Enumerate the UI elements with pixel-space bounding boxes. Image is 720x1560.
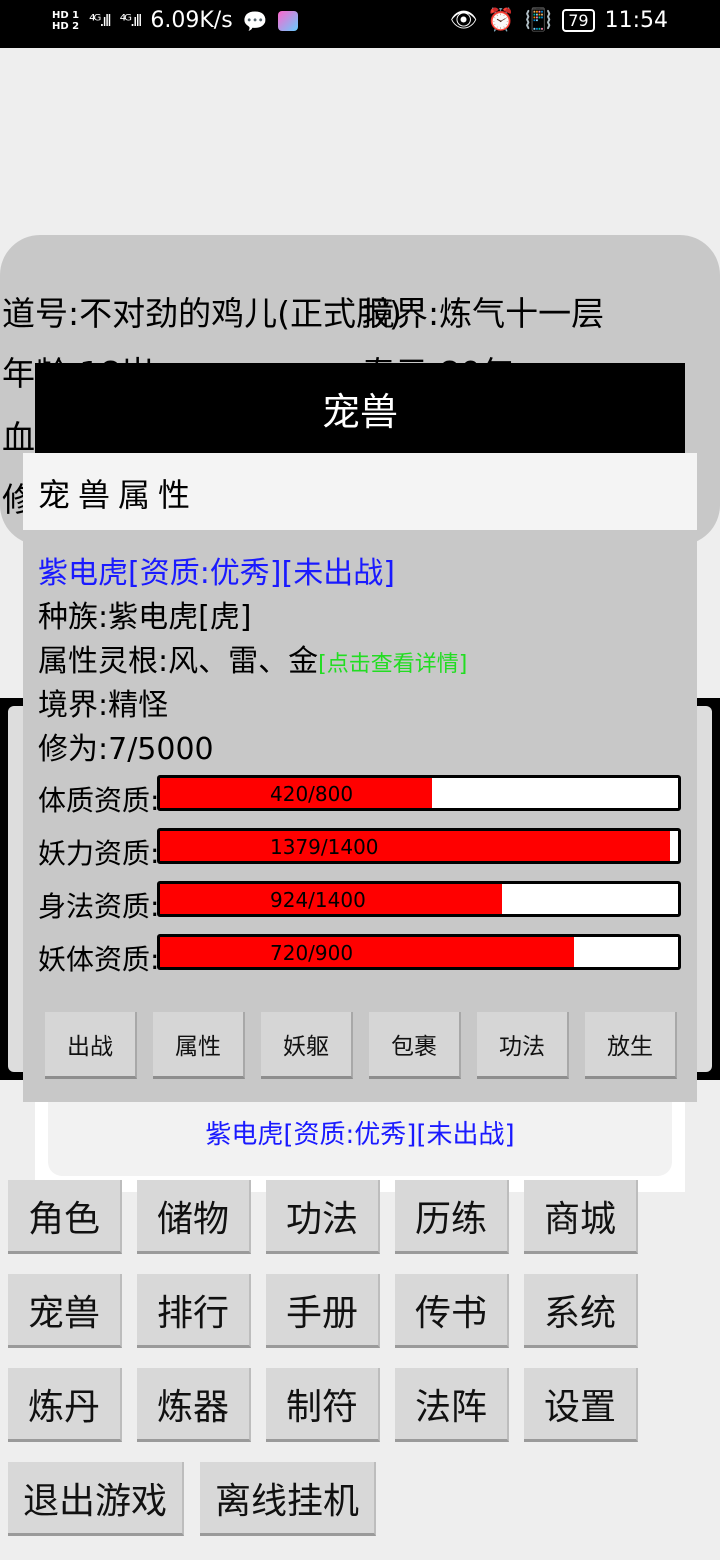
menu-button-mail[interactable]: 传书: [395, 1274, 509, 1348]
dialog-title: 宠兽: [35, 363, 685, 453]
alarm-icon: ⏰: [487, 8, 515, 33]
pet-race: 种族:紫电虎[虎]: [38, 600, 252, 635]
menu-button-system[interactable]: 系统: [524, 1274, 638, 1348]
stat-bar-constitution: 420/800: [157, 775, 681, 811]
deploy-button[interactable]: 出战: [45, 1012, 137, 1079]
menu-button-formation[interactable]: 法阵: [395, 1368, 509, 1442]
pet-realm: 境界:精怪: [38, 688, 169, 723]
pet-cultivation: 修为:7/5000: [38, 732, 214, 767]
stat-bar-fill: [160, 937, 575, 967]
menu-button-training[interactable]: 历练: [395, 1180, 509, 1254]
status-bar: HD 1 HD 2 ⁴ᴳ.ıll ⁴ᴳ.ıll 6.09K/s 💬 👁 ⏰ 📳 …: [0, 0, 720, 48]
inventory-button[interactable]: 包裹: [369, 1012, 461, 1079]
vibrate-icon: 📳: [524, 8, 553, 33]
stat-bar-value: 1379/1400: [270, 835, 379, 859]
skills-button[interactable]: 功法: [477, 1012, 569, 1079]
dialog-header: 宠兽属性: [23, 453, 697, 530]
menu-button-pets[interactable]: 宠兽: [8, 1274, 122, 1348]
stat-bar-demon-body: 720/900: [157, 934, 681, 970]
view-details-link[interactable]: [点击查看详情]: [318, 652, 467, 677]
wechat-icon: 💬: [242, 8, 268, 33]
pet-spirit-root-text: 属性灵根:风、雷、金: [38, 644, 319, 679]
menu-button-forging[interactable]: 炼器: [137, 1368, 251, 1442]
menu-button-skills[interactable]: 功法: [266, 1180, 380, 1254]
signal-icon-1: ⁴ᴳ.ıll: [89, 11, 112, 30]
menu-button-talisman[interactable]: 制符: [266, 1368, 380, 1442]
stat-bar-value: 924/1400: [270, 888, 366, 912]
stat-label-constitution: 体质资质:: [38, 784, 160, 817]
signal-icon-2: ⁴ᴳ.ıll: [119, 11, 143, 30]
menu-button-exit-game[interactable]: 退出游戏: [8, 1462, 184, 1536]
stat-bar-demon-power: 1379/1400: [157, 828, 681, 864]
menu-button-shop[interactable]: 商城: [524, 1180, 638, 1254]
app-notification-icon: [277, 10, 298, 31]
pet-spirit-root: 属性灵根:风、雷、金[点击查看详情]: [38, 636, 467, 680]
dao-name: 道号:不对劲的鸡儿(正式服): [2, 294, 402, 333]
demon-body-button[interactable]: 妖躯: [261, 1012, 353, 1079]
attributes-button[interactable]: 属性: [153, 1012, 245, 1079]
stat-bar-value: 720/900: [270, 941, 354, 965]
clock: 11:54: [604, 8, 668, 33]
menu-button-settings[interactable]: 设置: [524, 1368, 638, 1442]
hd1-label: HD 1: [52, 9, 80, 21]
hd2-label: HD 2: [52, 20, 80, 32]
pet-dialog-body: 紫电虎[资质:优秀][未出战] 种族:紫电虎[虎] 属性灵根:风、雷、金[点击查…: [23, 530, 697, 1102]
stat-bar-fill: [160, 831, 671, 861]
hp-label: 血: [2, 418, 35, 457]
menu-button-manual[interactable]: 手册: [266, 1274, 380, 1348]
pet-list-item-label: 紫电虎[资质:优秀][未出战]: [205, 1120, 515, 1150]
pet-attributes-heading: 宠兽属性: [38, 476, 199, 514]
release-button[interactable]: 放生: [585, 1012, 677, 1079]
stat-bar-agility: 924/1400: [157, 881, 681, 917]
menu-button-character[interactable]: 角色: [8, 1180, 122, 1254]
pet-title: 紫电虎[资质:优秀][未出战]: [38, 556, 395, 591]
menu-button-storage[interactable]: 储物: [137, 1180, 251, 1254]
net-speed: 6.09K/s: [150, 8, 233, 33]
hd-indicators: HD 1 HD 2: [52, 10, 79, 32]
menu-button-alchemy[interactable]: 炼丹: [8, 1368, 122, 1442]
eye-icon: 👁: [449, 8, 478, 33]
battery-icon: 79: [562, 9, 595, 32]
character-realm: 境界:炼气十一层: [362, 294, 605, 333]
menu-button-offline-afk[interactable]: 离线挂机: [200, 1462, 376, 1536]
stat-label-demon-body: 妖体资质:: [38, 943, 160, 976]
menu-button-ranking[interactable]: 排行: [137, 1274, 251, 1348]
stat-label-demon-power: 妖力资质:: [38, 837, 160, 870]
stat-bar-value: 420/800: [270, 782, 354, 806]
stat-label-agility: 身法资质:: [38, 890, 160, 923]
